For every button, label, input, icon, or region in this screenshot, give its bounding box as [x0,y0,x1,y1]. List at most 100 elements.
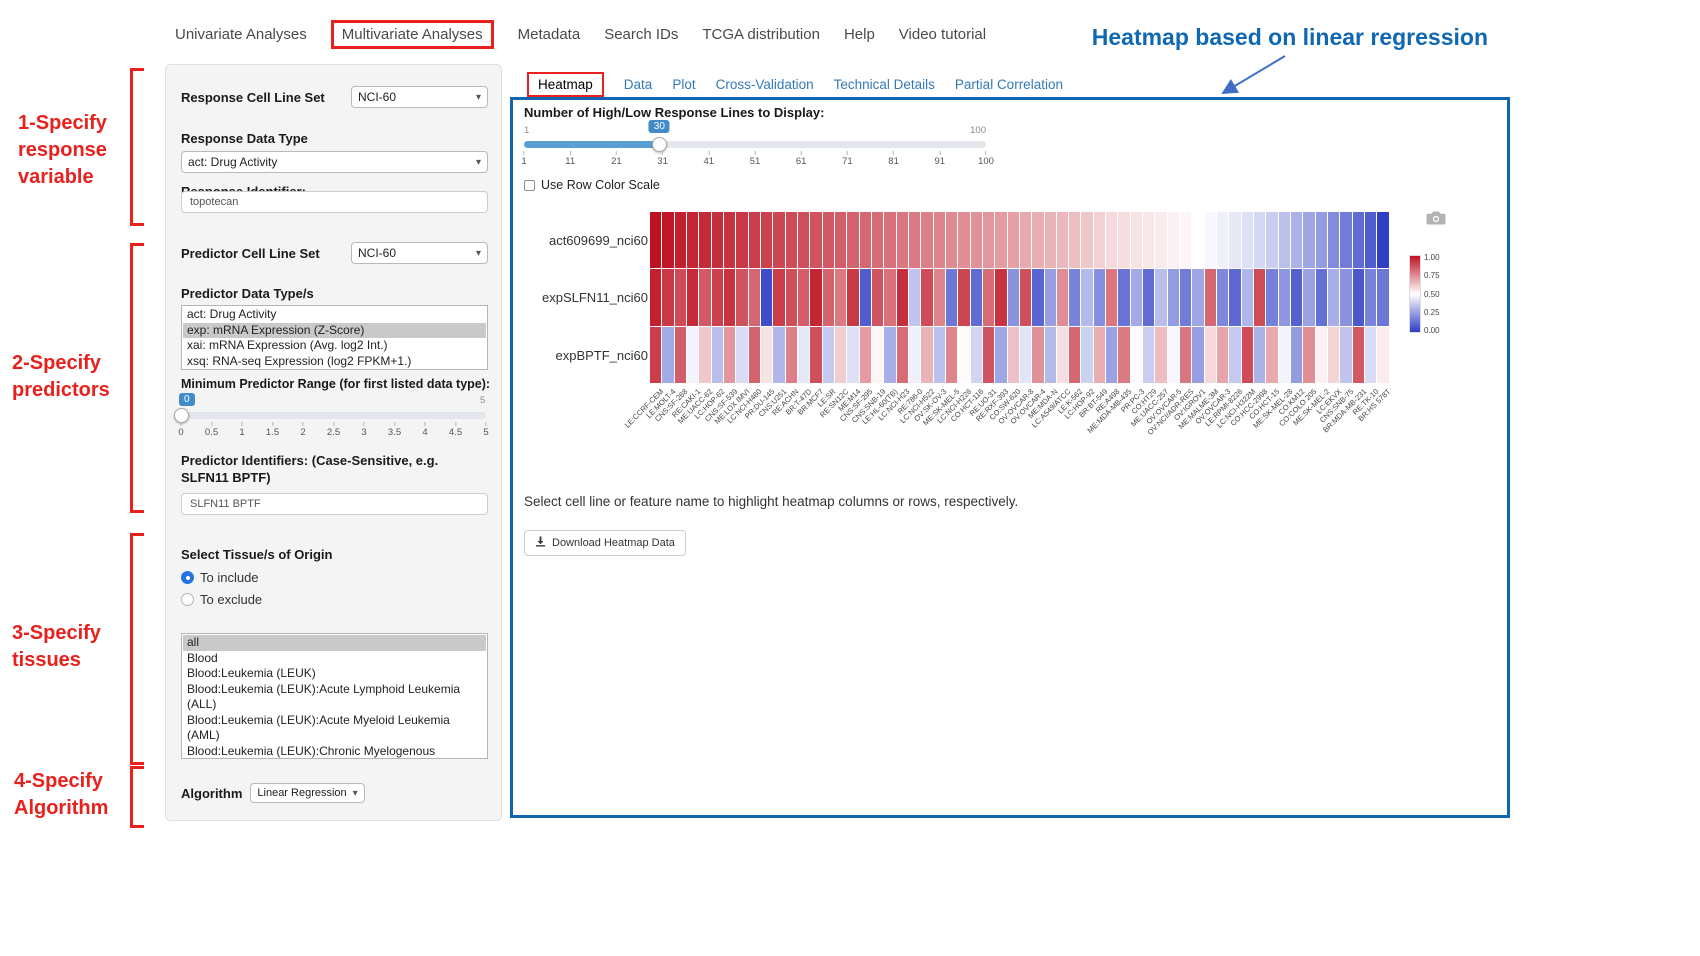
heatmap-cell[interactable] [971,269,983,325]
tissue-radio-to-exclude[interactable]: To exclude [181,588,262,610]
nav-item-search-ids[interactable]: Search IDs [604,26,678,43]
heatmap-cell[interactable] [1045,327,1057,383]
tissue-option-blood-leukemia-leuk-acute-myeloid-leukem[interactable]: Blood:Leukemia (LEUK):Acute Myeloid Leuk… [183,713,486,744]
heatmap-cell[interactable] [1020,269,1032,325]
heatmap-cell[interactable] [724,212,736,268]
heatmap-cell[interactable] [736,327,748,383]
heatmap-cell[interactable] [983,212,995,268]
heatmap-cell[interactable] [724,327,736,383]
heatmap-cell[interactable] [1291,212,1303,268]
heatmap-cell[interactable] [995,327,1007,383]
nav-item-help[interactable]: Help [844,26,875,43]
heatmap-cell[interactable] [1106,269,1118,325]
tab-data[interactable]: Data [624,77,653,92]
heatmap-cell[interactable] [712,327,724,383]
heatmap-cell[interactable] [786,327,798,383]
heatmap-cell[interactable] [810,269,822,325]
heatmap-cell[interactable] [847,327,859,383]
heatmap-cell[interactable] [736,269,748,325]
heatmap-cell[interactable] [1192,327,1204,383]
heatmap-cell[interactable] [687,212,699,268]
heatmap-cell[interactable] [662,212,674,268]
heatmap-cell[interactable] [1032,269,1044,325]
heatmap-cell[interactable] [1081,212,1093,268]
heatmap-cell[interactable] [761,327,773,383]
heatmap-cell[interactable] [1254,212,1266,268]
nav-item-tcga-distribution[interactable]: TCGA distribution [702,26,820,43]
heatmap-cell[interactable] [1353,212,1365,268]
heatmap-cell[interactable] [798,269,810,325]
nav-item-multivariate-analyses[interactable]: Multivariate Analyses [331,20,494,49]
heatmap-cell[interactable] [1303,327,1315,383]
heatmap-cell[interactable] [1205,327,1217,383]
lines-slider-handle[interactable] [652,137,667,152]
heatmap-cell[interactable] [897,269,909,325]
heatmap-cell[interactable] [798,212,810,268]
heatmap-cell[interactable] [1168,327,1180,383]
tissue-option-blood-leukemia-leuk-chronic-myelogenous-[interactable]: Blood:Leukemia (LEUK):Chronic Myelogenou… [183,744,486,760]
algorithm-select[interactable]: Linear Regression ▾ [250,783,364,803]
heatmap-cell[interactable] [1032,327,1044,383]
heatmap-cell[interactable] [1180,269,1192,325]
heatmap-cell[interactable] [1266,327,1278,383]
heatmap-cell[interactable] [662,269,674,325]
heatmap-cell[interactable] [1365,327,1377,383]
heatmap-cell[interactable] [675,212,687,268]
heatmap-cell[interactable] [1279,327,1291,383]
heatmap-cell[interactable] [786,269,798,325]
heatmap-cell[interactable] [1377,269,1389,325]
tissue-radio-to-include[interactable]: To include [181,566,262,588]
heatmap-cell[interactable] [687,269,699,325]
checkbox-icon[interactable] [524,180,535,191]
heatmap-cell[interactable] [995,212,1007,268]
heatmap-cell[interactable] [1279,212,1291,268]
heatmap-cell[interactable] [823,269,835,325]
heatmap-cell[interactable] [1081,269,1093,325]
heatmap-cell[interactable] [1143,212,1155,268]
tab-technical-details[interactable]: Technical Details [834,77,935,92]
min-predictor-range-track[interactable] [181,412,486,419]
heatmap-cell[interactable] [1266,269,1278,325]
response-cell-line-set-select[interactable]: NCI-60 ▾ [351,86,488,108]
heatmap-cell[interactable] [835,212,847,268]
heatmap-cell[interactable] [860,212,872,268]
heatmap-cell[interactable] [1057,327,1069,383]
heatmap-row-label-expbptf-nci60[interactable]: expBPTF_nci60 [530,327,648,384]
heatmap-cell[interactable] [1217,327,1229,383]
heatmap-cell[interactable] [1291,269,1303,325]
heatmap-cell[interactable] [1303,269,1315,325]
heatmap-cell[interactable] [946,212,958,268]
heatmap-cell[interactable] [1340,212,1352,268]
predictor-cell-line-set-select[interactable]: NCI-60 ▾ [351,242,488,264]
heatmap-cell[interactable] [761,212,773,268]
heatmap-cell[interactable] [835,269,847,325]
heatmap-cell[interactable] [773,327,785,383]
heatmap-cell[interactable] [1377,212,1389,268]
heatmap-cell[interactable] [958,269,970,325]
heatmap-cell[interactable] [1266,212,1278,268]
heatmap-cell[interactable] [897,212,909,268]
heatmap-cell[interactable] [909,212,921,268]
heatmap-cell[interactable] [1242,269,1254,325]
heatmap-cell[interactable] [1377,327,1389,383]
heatmap-cell[interactable] [958,212,970,268]
heatmap-cell[interactable] [1118,327,1130,383]
heatmap-cell[interactable] [946,327,958,383]
row-color-scale-option[interactable]: Use Row Color Scale [524,178,660,192]
heatmap-cell[interactable] [1008,269,1020,325]
lines-slider-track[interactable] [524,141,986,148]
heatmap-cell[interactable] [1168,269,1180,325]
heatmap-cell[interactable] [761,269,773,325]
heatmap-cell[interactable] [860,269,872,325]
predictor-data-type-option-xsq-rna-seq-expression-log2-fpkm-1[interactable]: xsq: RNA-seq Expression (log2 FPKM+1.) [183,354,486,370]
heatmap-cell[interactable] [1365,269,1377,325]
heatmap-cell[interactable] [1094,212,1106,268]
heatmap-row-label-act609699-nci60[interactable]: act609699_nci60 [530,212,648,269]
heatmap-cell[interactable] [860,327,872,383]
heatmap-row-label-expslfn11-nci60[interactable]: expSLFN11_nci60 [530,269,648,326]
tab-cross-validation[interactable]: Cross-Validation [716,77,814,92]
predictor-identifiers-input[interactable] [181,493,488,515]
heatmap-cell[interactable] [1353,327,1365,383]
heatmap-cell[interactable] [773,269,785,325]
heatmap-cell[interactable] [1205,212,1217,268]
